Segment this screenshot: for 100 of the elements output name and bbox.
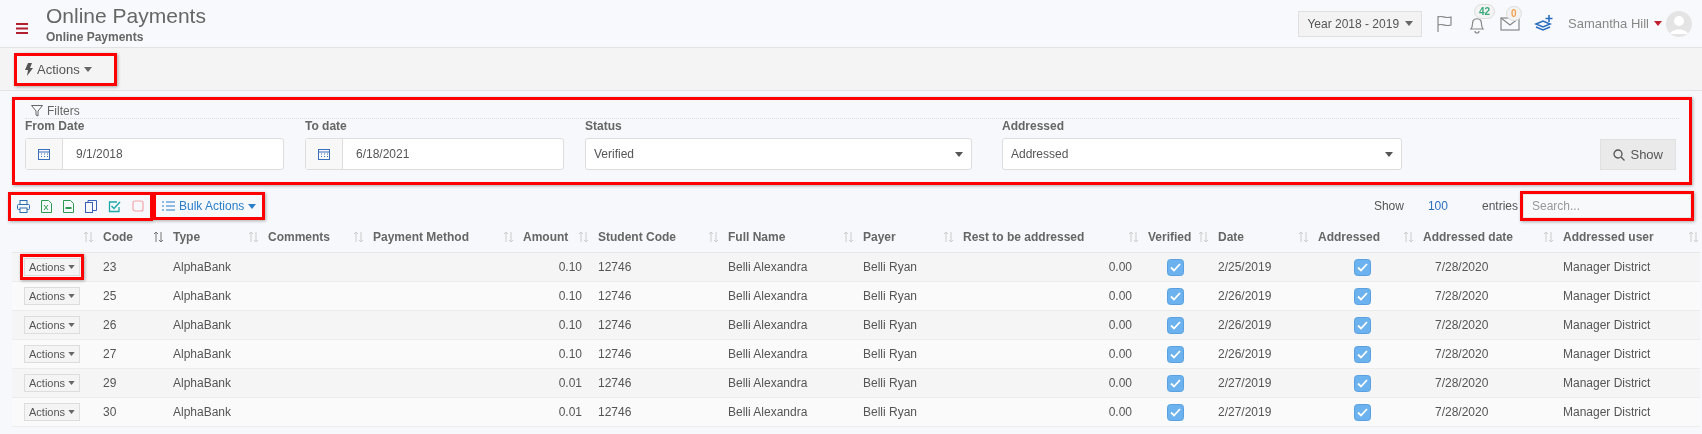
sort-icon[interactable] (249, 231, 258, 242)
copy-icon[interactable] (85, 199, 97, 213)
row-actions-button[interactable]: Actions (24, 403, 81, 421)
caret-icon (1654, 21, 1662, 26)
show-button[interactable]: Show (1600, 139, 1676, 170)
type-cell: AlphaBank (173, 260, 232, 274)
addressed-checkbox[interactable] (1354, 316, 1371, 334)
caret-icon (1405, 21, 1414, 26)
addressed-checkbox[interactable] (1354, 403, 1371, 421)
column-header[interactable]: Addressed (1318, 229, 1381, 244)
verified-checkbox[interactable] (1166, 374, 1184, 392)
sort-icon[interactable] (844, 231, 853, 242)
column-header[interactable]: Code (103, 229, 133, 244)
column-header[interactable]: Full Name (728, 229, 786, 244)
row-actions-button[interactable]: Actions (24, 345, 81, 363)
sort-icon[interactable] (1689, 231, 1698, 242)
print-icon[interactable] (17, 199, 30, 213)
column-header[interactable]: Payment Method (373, 229, 469, 244)
entries-dropdown[interactable]: 100 (1417, 199, 1468, 213)
envelope-icon[interactable] (1500, 15, 1521, 32)
checkbox-icon[interactable] (108, 199, 121, 213)
user-menu[interactable]: Samantha Hill (1568, 16, 1662, 31)
addressed-date-cell: 7/28/2020 (1435, 347, 1489, 361)
sort-icon[interactable] (579, 231, 588, 242)
row-actions-button[interactable]: Actions (24, 287, 81, 305)
addressed-checkbox[interactable] (1354, 374, 1371, 392)
addressed-user-cell: Manager District (1563, 260, 1651, 274)
spreadsheet-file-icon[interactable] (41, 199, 52, 213)
entries-label: entries (1481, 199, 1518, 213)
sort-icon[interactable] (1544, 231, 1553, 242)
notification-badge: 42 (1474, 3, 1496, 19)
row-actions-button[interactable]: Actions (24, 258, 81, 276)
verified-checkbox[interactable] (1166, 287, 1184, 305)
column-header[interactable]: Addressed date (1423, 229, 1514, 244)
sorted-icon[interactable] (154, 231, 163, 242)
square-icon[interactable] (132, 200, 144, 212)
type-cell: AlphaBank (173, 376, 232, 390)
sort-icon[interactable] (944, 231, 953, 242)
amount-cell: 0.10 (558, 260, 582, 274)
search-field[interactable]: Search... (1523, 194, 1691, 218)
name-cell: Belli Alexandra (728, 289, 808, 303)
column-header[interactable]: Verified (1148, 229, 1192, 244)
actions-button[interactable]: Actions (25, 61, 106, 77)
addressed-checkbox[interactable] (1354, 287, 1371, 305)
column-header[interactable]: Date (1218, 229, 1244, 244)
select-field[interactable]: Verified (585, 138, 972, 170)
verified-checkbox[interactable] (1166, 316, 1184, 334)
column-header[interactable]: Comments (268, 229, 330, 244)
addressed-checkbox[interactable] (1354, 345, 1371, 363)
amount-cell: 0.10 (558, 289, 582, 303)
payer-cell: Belli Ryan (863, 289, 918, 303)
date-cell: 2/27/2019 (1218, 405, 1272, 419)
caret-icon (68, 352, 76, 356)
bulk-actions-button[interactable]: Bulk Actions (162, 199, 257, 213)
calendar-icon[interactable] (318, 148, 330, 160)
csv-file-icon[interactable] (63, 199, 74, 213)
caret-icon (1385, 151, 1393, 157)
code-cell: 23 (103, 260, 117, 274)
date-field[interactable]: 6/18/2021 (305, 138, 564, 170)
verified-checkbox[interactable] (1166, 258, 1184, 276)
column-header[interactable]: Amount (523, 229, 569, 244)
date-field[interactable]: 9/1/2018 (25, 138, 284, 170)
sort-icon[interactable] (354, 231, 363, 242)
menu-icon[interactable] (16, 23, 28, 34)
addressed-checkbox[interactable] (1354, 258, 1371, 276)
year-dropdown[interactable]: Year 2018 - 2019 (1298, 10, 1423, 37)
flag-icon[interactable] (1436, 14, 1455, 33)
sort-icon[interactable] (84, 231, 93, 242)
payer-cell: Belli Ryan (863, 347, 918, 361)
payer-cell: Belli Ryan (863, 405, 918, 419)
sort-icon[interactable] (709, 231, 718, 242)
sort-icon[interactable] (1129, 231, 1138, 242)
addressed-date-cell: 7/28/2020 (1435, 318, 1489, 332)
column-header[interactable]: Student Code (598, 229, 676, 244)
student-code-cell: 12746 (598, 318, 632, 332)
rest-cell: 0.00 (1108, 405, 1132, 419)
column-header[interactable]: Type (173, 229, 201, 244)
field-label: Addressed (1002, 119, 1066, 133)
sort-icon[interactable] (1199, 231, 1208, 242)
row-actions-button[interactable]: Actions (24, 374, 81, 392)
select-field[interactable]: Addressed (1002, 138, 1402, 170)
sort-icon[interactable] (1404, 231, 1413, 242)
filter-icon (31, 105, 43, 117)
student-code-cell: 12746 (598, 289, 632, 303)
verified-checkbox[interactable] (1166, 403, 1184, 421)
rest-cell: 0.00 (1108, 347, 1132, 361)
layers-plus-icon[interactable] (1534, 13, 1555, 34)
verified-checkbox[interactable] (1166, 345, 1184, 363)
calendar-icon[interactable] (38, 148, 50, 160)
type-cell: AlphaBank (173, 347, 232, 361)
student-code-cell: 12746 (598, 347, 632, 361)
sort-icon[interactable] (504, 231, 513, 242)
sort-icon[interactable] (1299, 231, 1308, 242)
column-header[interactable]: Payer (863, 229, 896, 244)
caret-icon (68, 294, 76, 298)
row-actions-button[interactable]: Actions (24, 316, 81, 334)
column-header[interactable]: Rest to be addressed (963, 229, 1085, 244)
column-header[interactable]: Addressed user (1563, 229, 1654, 244)
rest-cell: 0.00 (1108, 376, 1132, 390)
rest-cell: 0.00 (1108, 318, 1132, 332)
